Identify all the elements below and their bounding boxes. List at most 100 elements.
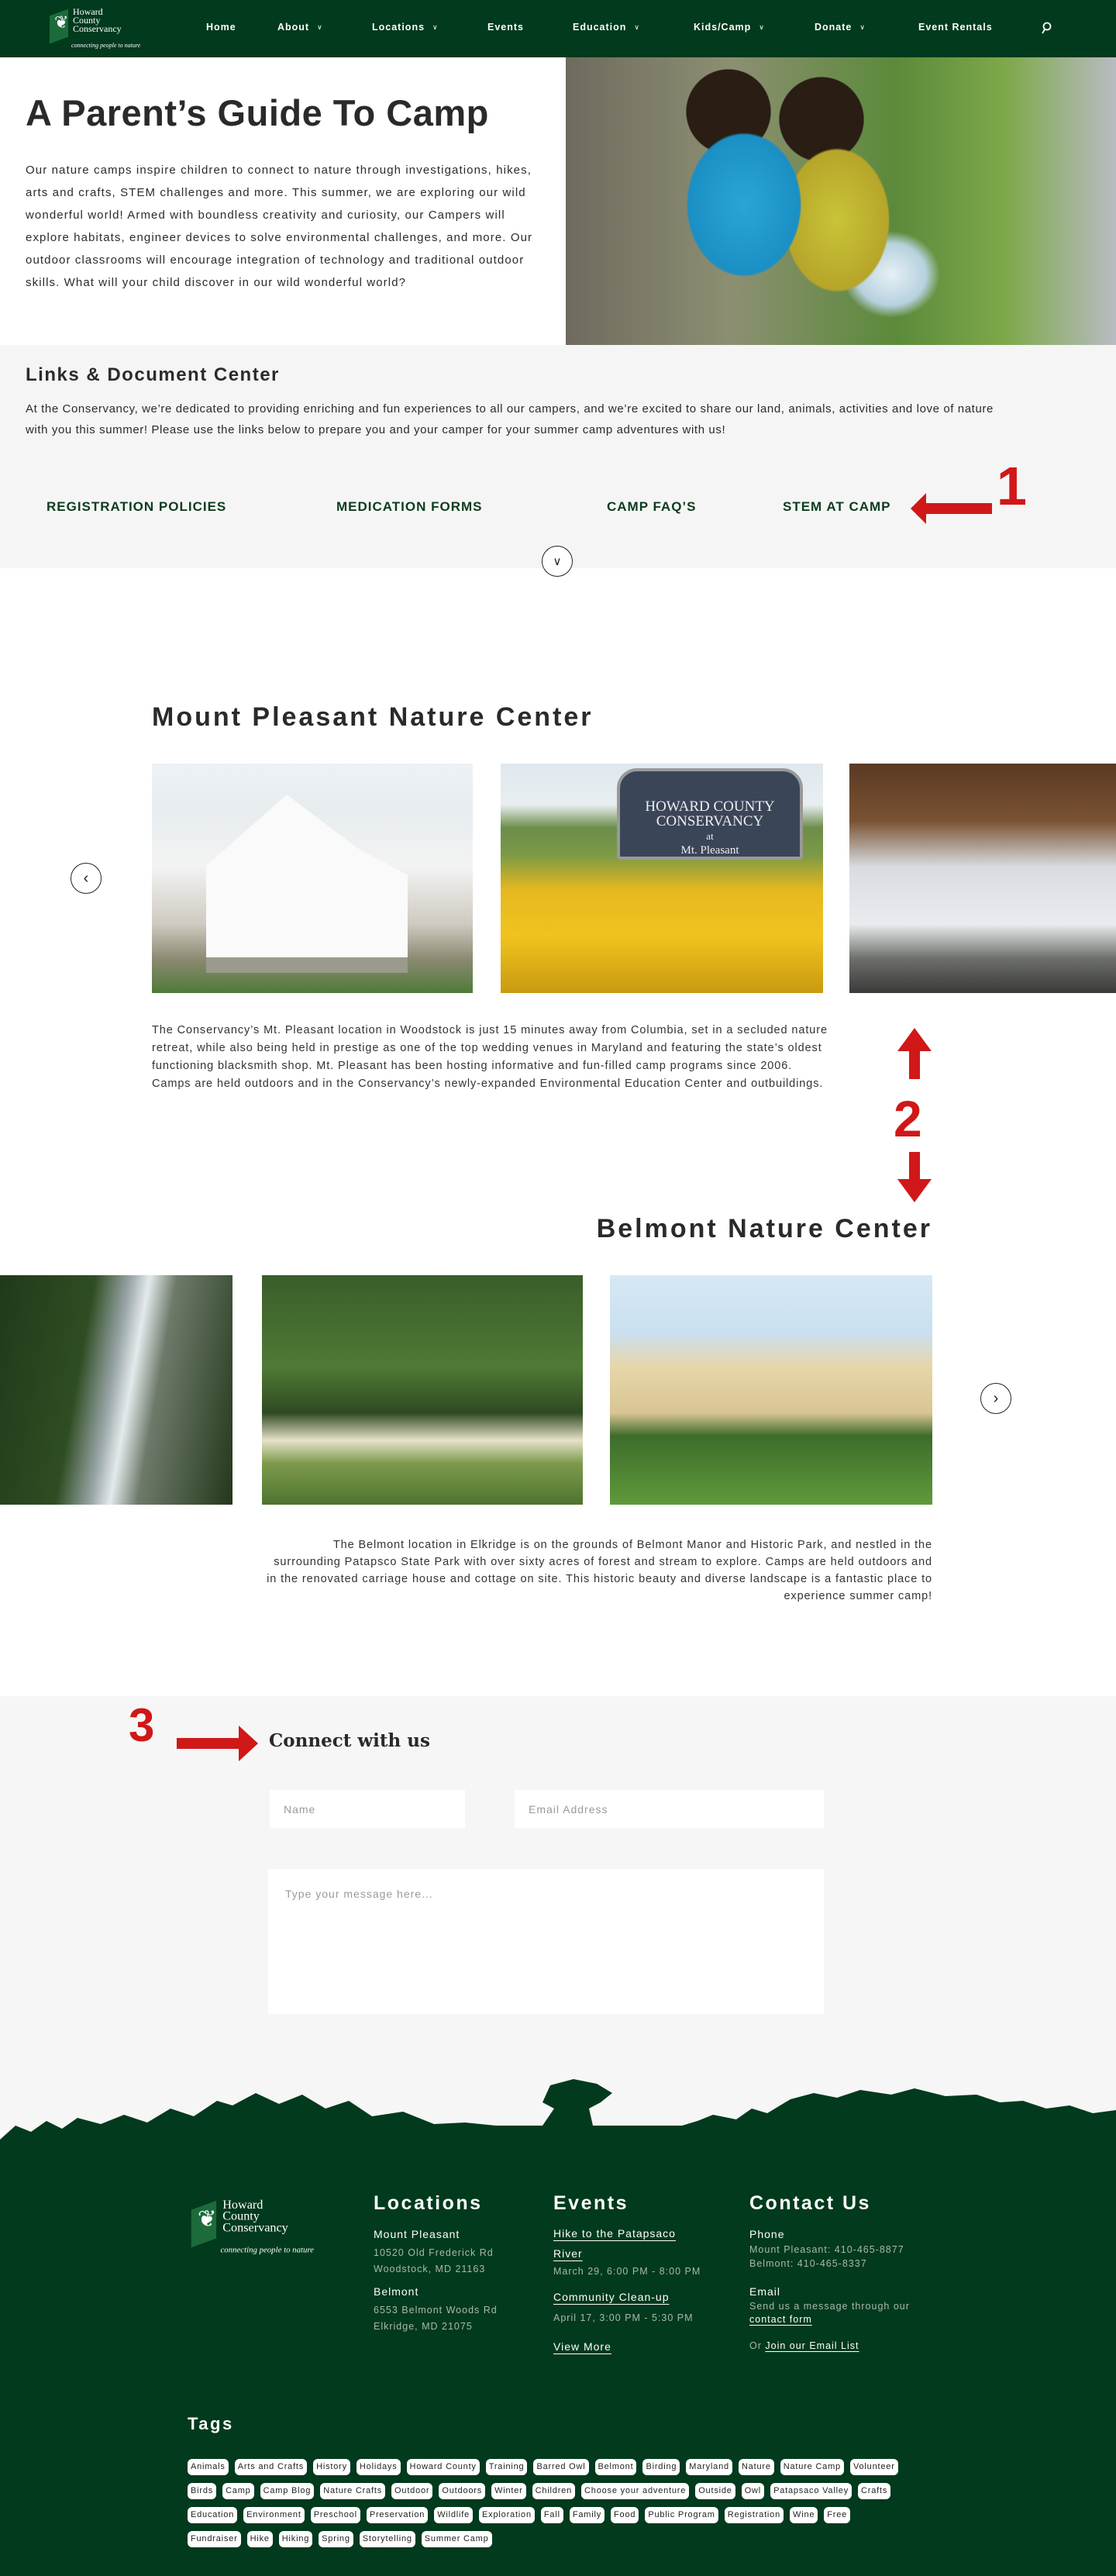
nav-locations[interactable]: Locations ∨ [372,22,439,33]
tag-chip[interactable]: Crafts [858,2483,891,2499]
tag-chip[interactable]: Howard County [406,2459,480,2475]
tag-chip[interactable]: Hike [246,2531,273,2547]
carousel-prev-button[interactable]: ‹ [71,863,102,894]
tag-chip[interactable]: Belmont [594,2459,637,2475]
view-more-link[interactable]: View More [553,2336,611,2357]
name-input[interactable] [270,1790,465,1828]
tag-chip[interactable]: Camp Blog [260,2483,315,2499]
email-text: Send us a message through our [749,2301,910,2312]
tag-chip[interactable]: Children [532,2483,576,2499]
tag-chip[interactable]: Nature Camp [780,2459,844,2475]
annotation-number: 3 [129,1699,155,1751]
tag-chip[interactable]: Choose your adventure [581,2483,690,2499]
nav-donate[interactable]: Donate ∨ [815,22,866,33]
nav-education[interactable]: Education ∨ [573,22,640,33]
tag-chip[interactable]: Family [569,2507,605,2523]
tag-chip[interactable]: Environment [243,2507,305,2523]
tag-chip[interactable]: Nature [738,2459,774,2475]
tag-chip[interactable]: Outdoor [391,2483,433,2499]
tag-chip[interactable]: Food [611,2507,639,2523]
phone-number: Mount Pleasant: 410-465-8877 [749,2244,904,2255]
message-textarea[interactable] [268,1869,824,2014]
tag-chip[interactable]: Camp [222,2483,254,2499]
tag-chip[interactable]: Fall [540,2507,563,2523]
footer-logo[interactable]: ❦ Howard County Conservancy connecting peo… [189,2197,388,2281]
search-icon[interactable] [1040,22,1052,40]
event-date: April 17, 3:00 PM - 5:30 PM [553,2312,694,2323]
tag-chip[interactable]: Exploration [479,2507,535,2523]
location-address: 10520 Old Frederick Rd Woodstock, MD 211… [374,2245,494,2278]
tag-chip[interactable]: Owl [741,2483,765,2499]
tag-chip[interactable]: Free [824,2507,851,2523]
tag-chip[interactable]: Maryland [686,2459,732,2475]
contact-form-link[interactable]: contact form [749,2314,812,2325]
sign-text: Mt. Pleasant [680,844,739,857]
tag-chip[interactable]: Storytelling [359,2531,415,2547]
annotation-arrow-left-icon [911,493,992,524]
location-name: Mount Pleasant [374,2228,460,2240]
join-email-row: Or Join our Email List [749,2338,859,2354]
carousel-next-button[interactable]: › [980,1383,1011,1414]
chevron-down-icon: ∨ [634,23,641,31]
belmont-heading: Belmont Nature Center [596,1214,932,1243]
nav-events[interactable]: Events [487,22,524,33]
address-line: Woodstock, MD 21163 [374,2264,486,2274]
scroll-down-button[interactable]: ∨ [542,546,573,577]
tag-chip[interactable]: Hiking [278,2531,313,2547]
tag-chip[interactable]: Wildlife [434,2507,474,2523]
tag-chip[interactable]: Summer Camp [421,2531,492,2547]
photo-mount-pleasant-sign: HOWARD COUNTY CONSERVANCY at Mt. Pleasan… [501,764,823,993]
tag-chip[interactable]: Birds [188,2483,217,2499]
tag-cloud: Animals Arts and Crafts History Holidays How… [188,2459,908,2547]
tag-chip[interactable]: Preservation [366,2507,429,2523]
nav-home[interactable]: Home [206,22,236,33]
link-medication-forms[interactable]: MEDICATION FORMS [336,499,483,515]
footer-contact-heading: Contact Us [749,2192,871,2214]
tag-chip[interactable]: Barred Owl [533,2459,589,2475]
tag-chip[interactable]: Winter [491,2483,526,2499]
tag-chip[interactable]: History [313,2459,350,2475]
tag-chip[interactable]: Outdoors [439,2483,486,2499]
join-email-list-link[interactable]: Join our Email List [765,2340,859,2351]
nav-label: Event Rentals [918,22,993,33]
sign-text: CONSERVANCY [656,813,764,829]
top-navigation: ❦ Howard County Conservancy connecting peo… [0,0,1116,57]
tag-chip[interactable]: Registration [724,2507,784,2523]
nav-label: Education [573,22,627,33]
or-text: Or [749,2340,762,2351]
tag-chip[interactable]: Patapsaco Valley [770,2483,852,2499]
link-registration-policies[interactable]: REGISTRATION POLICIES [46,499,226,515]
link-stem-at-camp[interactable]: STEM AT CAMP [783,499,891,515]
nav-about[interactable]: About ∨ [277,22,323,33]
tag-chip[interactable]: Preschool [310,2507,360,2523]
link-camp-faqs[interactable]: CAMP FAQ’S [607,499,696,515]
tag-chip[interactable]: Holidays [356,2459,401,2475]
tag-chip[interactable]: Public Program [645,2507,718,2523]
tag-chip[interactable]: Wine [790,2507,818,2523]
tag-chip[interactable]: Birding [642,2459,680,2475]
tag-chip[interactable]: Volunteer [849,2459,898,2475]
nav-kids-camp[interactable]: Kids/Camp ∨ [694,22,765,33]
leaf-icon: ❦ [54,12,69,32]
tag-chip[interactable]: Education [188,2507,238,2523]
tag-chip[interactable]: Training [485,2459,528,2475]
nav-label: Locations [372,22,425,33]
event-link[interactable]: Hike to the Patapsaco River [553,2223,701,2264]
address-line: 10520 Old Frederick Rd [374,2247,494,2258]
photo-mount-pleasant-house [152,764,473,993]
tag-chip[interactable]: Animals [188,2459,229,2475]
tag-chip[interactable]: Nature Crafts [320,2483,386,2499]
nav-event-rentals[interactable]: Event Rentals [918,22,993,33]
tag-chip[interactable]: Fundraiser [188,2531,241,2547]
sign-text: HOWARD COUNTY [645,798,775,815]
tag-chip[interactable]: Outside [695,2483,735,2499]
chevron-down-icon: ∨ [759,23,765,31]
tag-chip[interactable]: Arts and Crafts [234,2459,308,2475]
logo-tagline: connecting people to nature [220,2245,314,2255]
tag-chip[interactable]: Spring [319,2531,353,2547]
chevron-down-icon: ∨ [317,23,323,31]
email-input[interactable] [515,1790,824,1828]
logo[interactable]: ❦ Howard County Conservancy connecting peo… [48,6,149,51]
footer-locations-heading: Locations [374,2192,483,2214]
event-link[interactable]: Community Clean-up [553,2287,670,2307]
